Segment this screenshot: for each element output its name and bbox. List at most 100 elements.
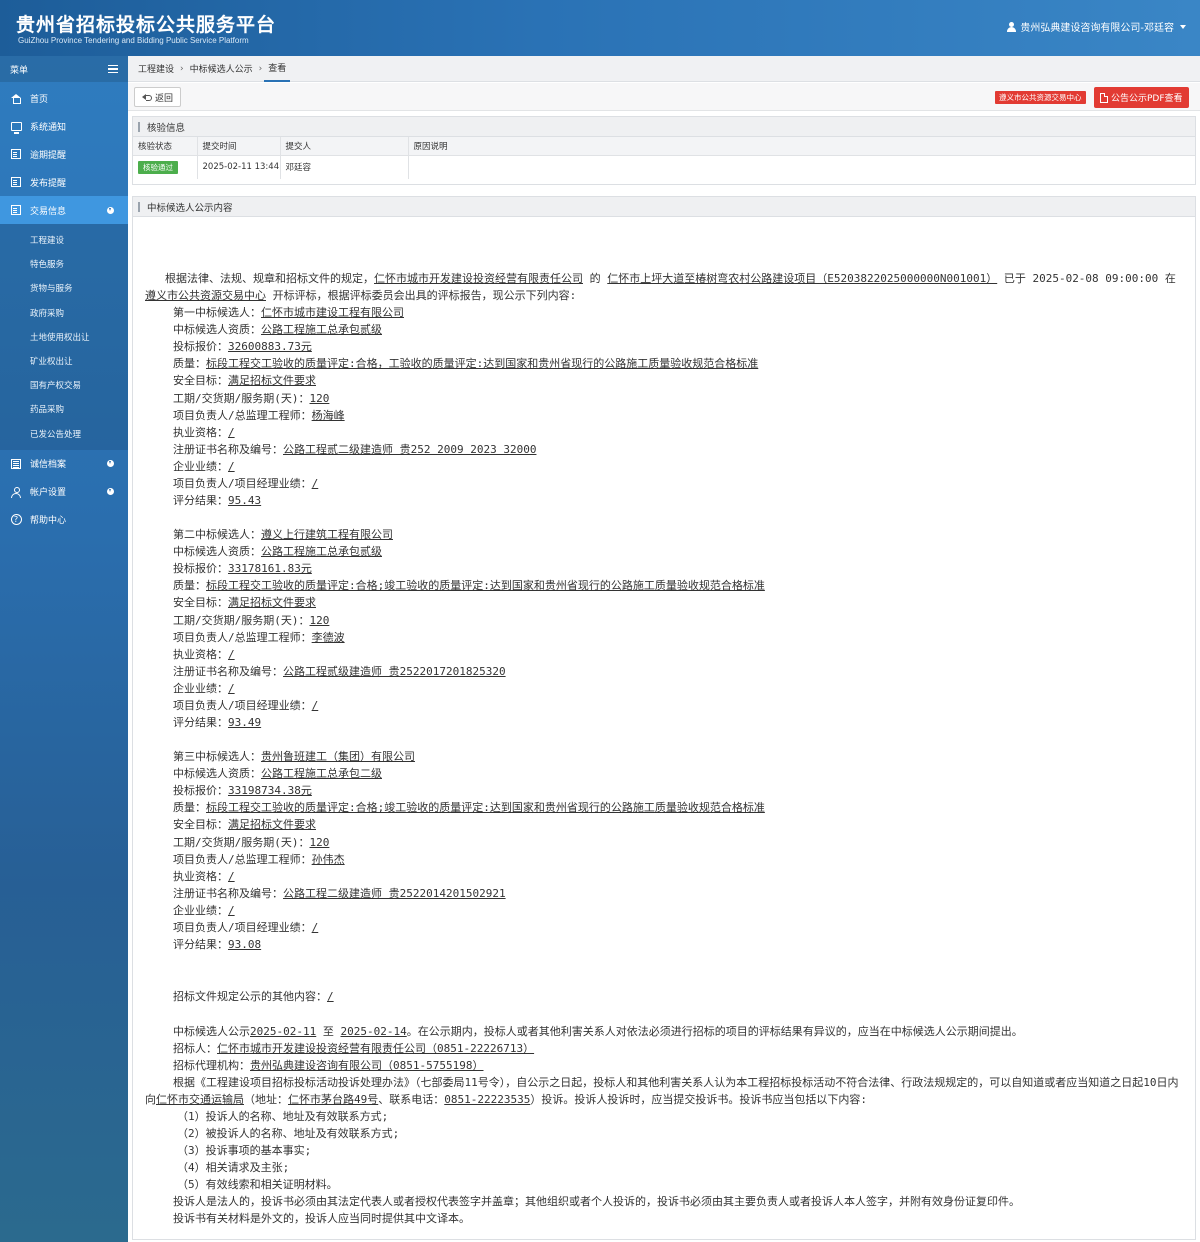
sidebar-item-label: 交易信息 xyxy=(30,206,67,217)
open-time: 2025-02-08 09:00:00 xyxy=(1032,272,1159,285)
breadcrumb-item[interactable]: 工程建设 xyxy=(134,56,178,82)
verify-panel-title: 核验信息 xyxy=(133,117,1195,137)
notice-content: 根据法律、法规、规章和招标文件的规定，仁怀市城市开发建设投资经营有限责任公司 的… xyxy=(133,217,1195,1240)
back-icon xyxy=(142,93,152,101)
pdf-button-label: 公告公示PDF查看 xyxy=(1111,94,1183,104)
sidebar-item-notifications[interactable]: 系统通知 xyxy=(0,112,128,140)
breadcrumb-item[interactable]: 中标候选人公示 xyxy=(186,56,257,82)
sidebar-item-label: 诚信档案 xyxy=(30,460,67,471)
venue: 遵义市公共资源交易中心 xyxy=(145,289,266,303)
user-name: 贵州弘典建设咨询有限公司-邓廷容 xyxy=(1020,23,1174,34)
candidate-field-cert: 注册证书名称及编号：公路工程贰二级建造师 贵252 2009 2023 3200… xyxy=(173,442,537,456)
sidebar-subitem-procurement[interactable]: 政府采购 xyxy=(0,301,128,325)
candidate-field-score: 评分结果：93.49 xyxy=(173,716,262,730)
sidebar-submenu: 工程建设 特色服务 货物与服务 政府采购 土地使用权出让 矿业权出让 国有产权交… xyxy=(0,224,128,450)
submit-time: 2025-02-11 13:44 xyxy=(197,155,281,179)
column-header: 提交时间 xyxy=(197,137,281,156)
list-item: （1）投诉人的名称、地址及有效联系方式; xyxy=(177,1110,389,1123)
verify-panel: 核验信息 核验状态 提交时间 提交人 原因说明 核验通过 2025-02-11 … xyxy=(132,116,1196,185)
tenderer-link: 仁怀市城市开发建设投资经营有限责任公司 xyxy=(374,272,583,285)
list-item: （3）投诉事项的基本事实; xyxy=(177,1144,312,1157)
sidebar-item-label: 帮助中心 xyxy=(30,516,67,527)
sidebar-item-trade-info[interactable]: 交易信息 xyxy=(0,196,128,224)
sidebar-subitem-mining[interactable]: 矿业权出让 xyxy=(0,349,128,373)
sidebar-subitem-featured[interactable]: 特色服务 xyxy=(0,252,128,276)
sidebar-subitem-published[interactable]: 已发公告处理 xyxy=(0,422,128,446)
candidate-field-period: 工期/交货期/服务期(天)：120 xyxy=(173,613,330,627)
notice-intro: 根据法律、法规、规章和招标文件的规定，仁怀市城市开发建设投资经营有限责任公司 的… xyxy=(145,272,1176,303)
sidebar-subitem-engineering[interactable]: 工程建设 xyxy=(0,228,128,252)
sidebar-subitem-goods[interactable]: 货物与服务 xyxy=(0,276,128,300)
sidebar-item-help[interactable]: ? 帮助中心 xyxy=(0,506,128,534)
sidebar-subitem-drugs[interactable]: 药品采购 xyxy=(0,397,128,421)
candidate-field-quality: 质量：标段工程交工验收的质量评定:合格，工验收的质量评定:达到国家和贵州省现行的… xyxy=(173,357,759,371)
sidebar-item-credit[interactable]: 诚信档案 xyxy=(0,450,128,478)
submitter: 邓廷容 xyxy=(280,155,409,179)
closing-text: 投诉书有关材料是外文的，投诉人应当同时提供其中文译本。 xyxy=(173,1212,470,1225)
candidate-field-period: 工期/交货期/服务期(天)：120 xyxy=(173,835,330,849)
back-button-label: 返回 xyxy=(155,93,174,104)
sidebar-item-publish-reminder[interactable]: 发布提醒 xyxy=(0,168,128,196)
reason xyxy=(408,155,1195,179)
candidate-field-qualification: 中标候选人资质：公路工程施工总承包贰级 xyxy=(173,323,382,337)
sidebar: 菜单 首页 系统通知 逾期提醒 发布提醒 交易信息 工程建设 特色服务 货物与服… xyxy=(0,56,128,1242)
column-header: 提交人 xyxy=(280,137,409,156)
sidebar-item-label: 发布提醒 xyxy=(30,178,67,189)
candidate-field-price: 投标报价：33178161.83元 xyxy=(173,562,312,576)
agent-info: 招标代理机构：贵州弘典建设咨询有限公司（0851-5755198） xyxy=(173,1059,484,1072)
candidate-field-license: 执业资格：/ xyxy=(173,869,235,883)
candidate-name-line: 第一中标候选人：仁怀市城市建设工程有限公司 xyxy=(173,306,404,319)
sidebar-item-label: 系统通知 xyxy=(30,122,67,133)
candidate-field-manager: 项目负责人/总监理工程师：杨海峰 xyxy=(173,408,345,422)
candidate-field-period: 工期/交货期/服务期(天)：120 xyxy=(173,391,330,405)
candidate-field-safety: 安全目标：满足招标文件要求 xyxy=(173,596,316,610)
verify-table: 核验状态 提交时间 提交人 原因说明 核验通过 2025-02-11 13:44… xyxy=(133,137,1195,179)
help-icon: ? xyxy=(10,514,22,526)
notice-panel-title: 中标候选人公示内容 xyxy=(133,197,1195,217)
chevron-right-icon: › xyxy=(258,63,263,74)
pdf-icon xyxy=(1100,92,1108,103)
candidate-field-perf: 企业业绩：/ xyxy=(173,681,235,695)
candidate-field-quality: 质量：标段工程交工验收的质量评定:合格;竣工验收的质量评定:达到国家和贵州省现行… xyxy=(173,801,765,815)
menu-header: 菜单 xyxy=(0,56,128,82)
hamburger-icon[interactable] xyxy=(108,65,118,73)
expand-icon xyxy=(107,488,114,496)
caret-down-icon xyxy=(1180,24,1186,29)
sidebar-item-overdue[interactable]: 逾期提醒 xyxy=(0,140,128,168)
sidebar-item-label: 帐户设置 xyxy=(30,488,67,499)
candidate-field-mgr-perf: 项目负责人/项目经理业绩：/ xyxy=(173,921,319,934)
candidate-field-score: 评分结果：95.43 xyxy=(173,494,262,508)
candidate-name-line: 第二中标候选人：遵义上行建筑工程有限公司 xyxy=(173,528,393,541)
user-icon xyxy=(1007,21,1017,32)
sidebar-item-label: 首页 xyxy=(30,94,49,105)
candidate-field-license: 执业资格：/ xyxy=(173,647,235,661)
candidate-field-score: 评分结果：93.08 xyxy=(173,938,262,952)
candidate-field-qualification: 中标候选人资质：公路工程施工总承包贰级 xyxy=(173,545,382,559)
public-period: 中标候选人公示2025-02-11 至 2025-02-14。在公示期内，投标人… xyxy=(173,1025,1023,1038)
sidebar-subitem-state-assets[interactable]: 国有产权交易 xyxy=(0,373,128,397)
list-item: （5）有效线索和相关证明材料。 xyxy=(177,1178,338,1191)
expand-icon xyxy=(107,460,114,468)
column-header: 核验状态 xyxy=(133,137,198,156)
column-header: 原因说明 xyxy=(408,137,1195,156)
home-icon xyxy=(11,93,21,104)
trading-center-button[interactable]: 遵义市公共资源交易中心 xyxy=(995,91,1086,104)
site-title: 贵州省招标投标公共服务平台 xyxy=(16,14,277,36)
candidate-field-safety: 安全目标：满足招标文件要求 xyxy=(173,818,316,832)
candidate-name-line: 第三中标候选人：贵州鲁班建工（集团）有限公司 xyxy=(173,750,415,763)
pdf-view-button[interactable]: 公告公示PDF查看 xyxy=(1094,87,1189,108)
candidate-field-quality: 质量：标段工程交工验收的质量评定:合格;竣工验收的质量评定:达到国家和贵州省现行… xyxy=(173,579,765,593)
user-menu[interactable]: 贵州弘典建设咨询有限公司-邓廷容 xyxy=(1007,19,1186,34)
breadcrumb-current: 查看 xyxy=(264,56,291,82)
sidebar-subitem-land[interactable]: 土地使用权出让 xyxy=(0,325,128,349)
document-icon xyxy=(11,205,21,215)
main-area: 工程建设 › 中标候选人公示 › 查看 返回 遵义市公共资源交易中心 公告公示P… xyxy=(128,56,1200,1242)
menu-label: 菜单 xyxy=(10,65,29,76)
document-icon xyxy=(11,177,21,187)
sidebar-item-home[interactable]: 首页 xyxy=(0,84,128,112)
candidate-field-perf: 企业业绩：/ xyxy=(173,903,235,917)
candidate-field-license: 执业资格：/ xyxy=(173,425,235,439)
back-button[interactable]: 返回 xyxy=(134,87,182,107)
notice-panel: 中标候选人公示内容 根据法律、法规、规章和招标文件的规定，仁怀市城市开发建设投资… xyxy=(132,196,1196,1240)
sidebar-item-account[interactable]: 帐户设置 xyxy=(0,478,128,506)
